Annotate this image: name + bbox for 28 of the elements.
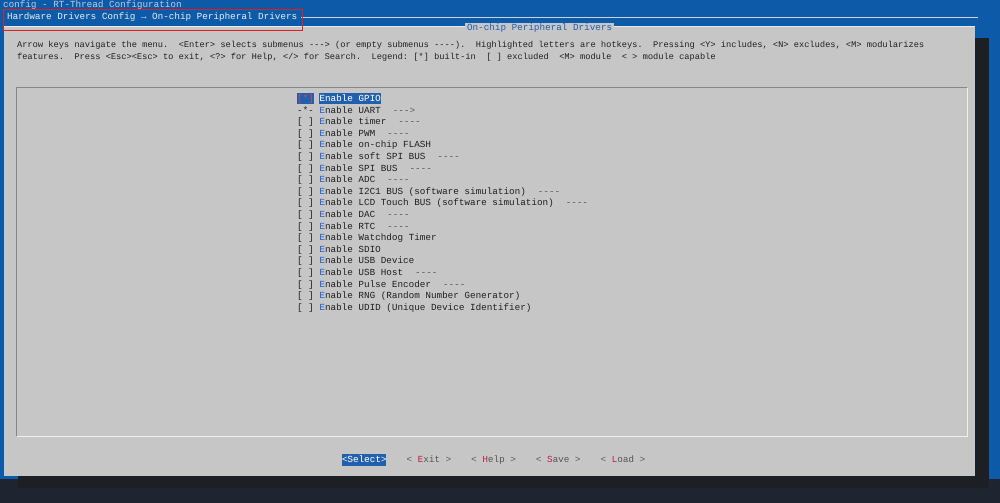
menu-item[interactable]: [ ] Enable USB Device [297,255,414,267]
window-title: config - RT-Thread Configuration [2,0,182,10]
menu-item[interactable]: [ ] Enable LCD Touch BUS (software simulation) ---- [297,197,588,209]
menu-item[interactable]: [ ] Enable Watchdog Timer [297,232,437,244]
dialog-button[interactable]: < Exit > [406,454,452,466]
menu-item[interactable]: [ ] Enable Pulse Encoder ---- [297,278,466,290]
menu-item[interactable]: [ ] Enable RNG (Random Number Generator) [297,290,520,302]
menu-item[interactable]: [ ] Enable ADC ---- [297,174,410,186]
menu-item[interactable]: [ ] Enable soft SPI BUS ---- [297,150,460,163]
dialog-title: On-chip Peripheral Drivers [464,23,614,33]
menu-item[interactable]: [ ] Enable on-chip FLASH [297,139,431,151]
dialog-button[interactable]: <Select> [342,454,386,466]
menu-item[interactable]: [ ] Enable RTC ---- [297,220,410,232]
menu-item[interactable]: [ ] Enable SDIO [297,244,381,256]
help-text: Arrow keys navigate the menu. <Enter> selects submenus ---> (or empty submenus ----). Highlighted letters are hotkeys. Pressing <Y> includes, <N> excludes, <M> modularizes [17,40,924,52]
dialog-button[interactable]: < Help > [471,454,516,466]
help-text: features. Press <Esc><Esc> to exit, <?> for Help, </> for Search. Legend: [*] built-in [ ] excluded <M> module < > module capable [17,52,716,64]
menu-item[interactable]: [ ] Enable SPI BUS ---- [297,162,432,174]
menu-item[interactable]: [ ] Enable USB Host ---- [297,266,438,278]
menu-item[interactable]: [ ] Enable timer ---- [297,116,421,128]
menu-item[interactable]: [ ] Enable DAC ---- [297,208,410,221]
dialog-button[interactable]: < Load > [600,454,646,466]
dialog-button[interactable]: < Save > [536,454,580,466]
menu-item[interactable]: -*- Enable UART ---> [297,104,416,116]
breadcrumb: Hardware Drivers Config → On-chip Peripheral Drivers [7,11,298,23]
menu-item[interactable]: [ ] Enable UDID (Unique Device Identifier) [297,302,532,314]
menu-item[interactable]: [ ] Enable PWM ---- [297,128,410,140]
menu-item[interactable]: [ ] Enable I2C1 BUS (software simulation) ---- [297,186,560,198]
